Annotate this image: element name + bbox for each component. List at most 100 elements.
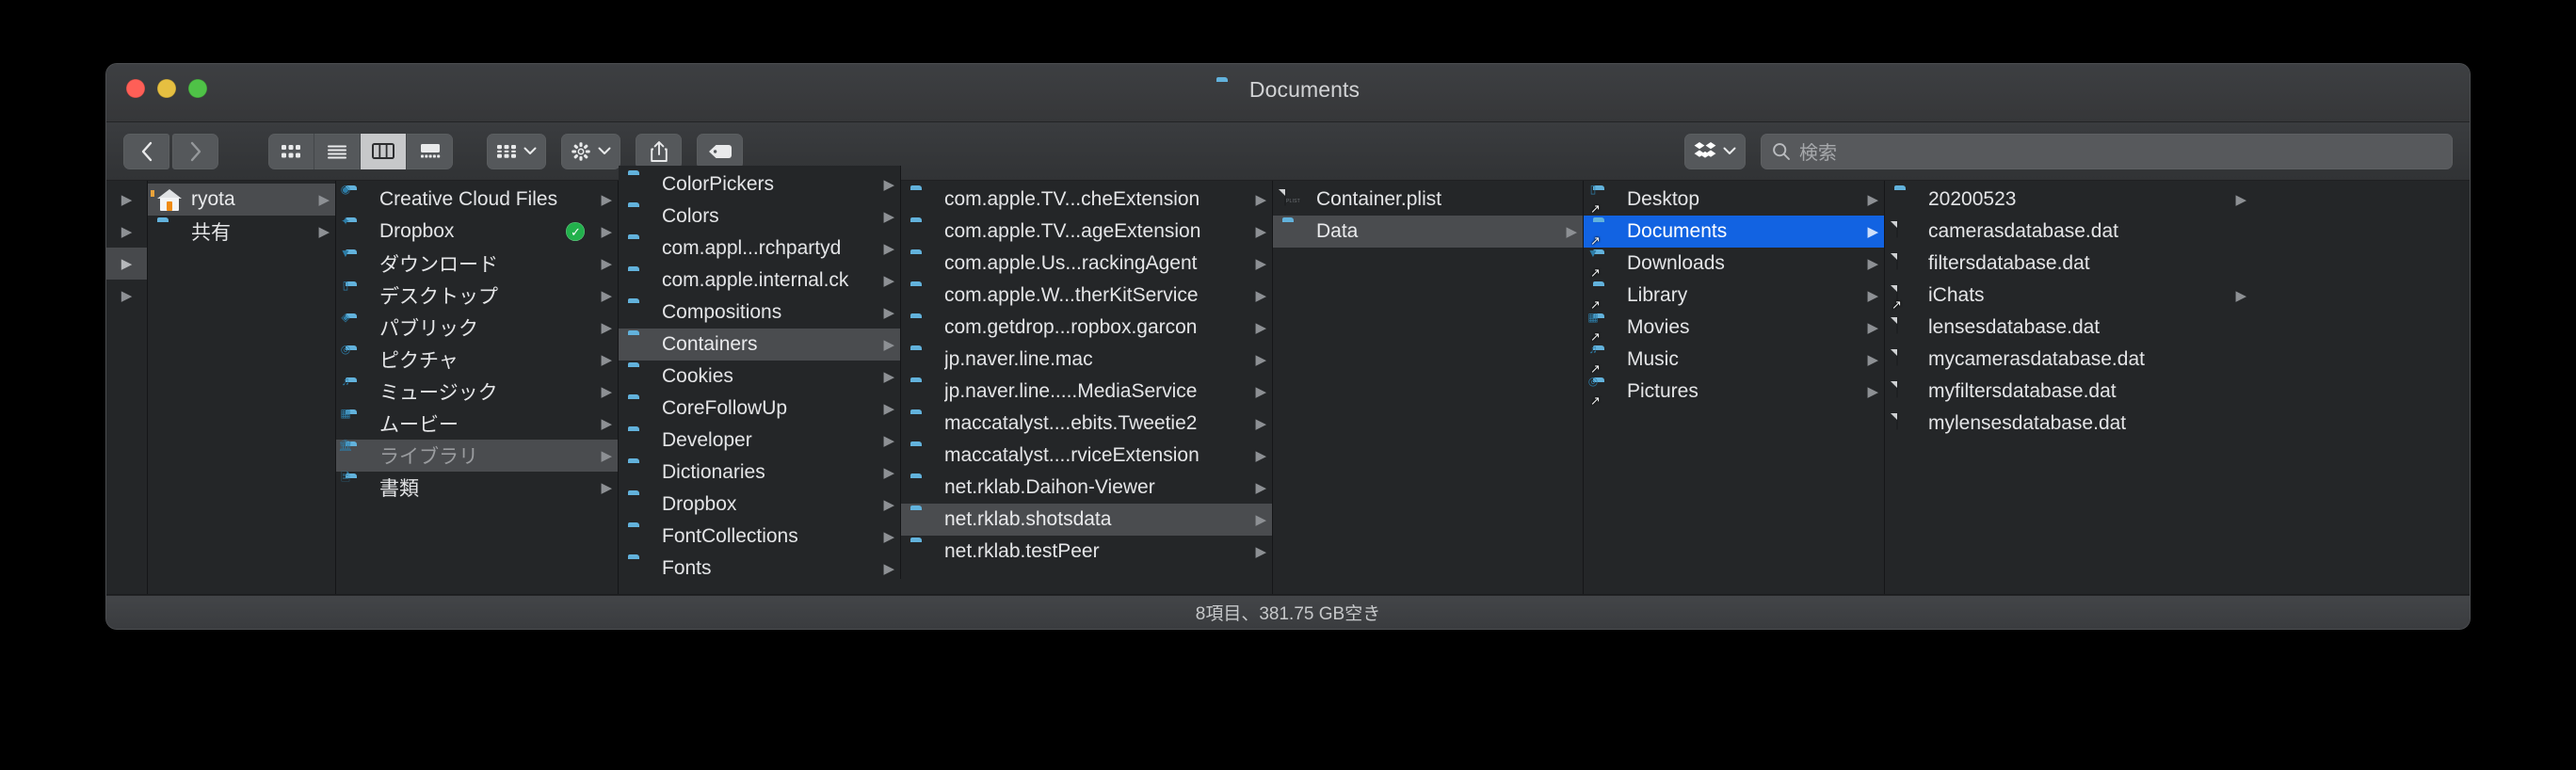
- disclosure-arrow-icon[interactable]: ▶: [1255, 321, 1266, 335]
- list-item[interactable]: ✦ Dropbox ✓ ▶: [336, 216, 618, 248]
- list-item[interactable]: ▯ Desktop ▶: [1584, 184, 1884, 216]
- list-item[interactable]: ▦ Movies ▶: [1584, 312, 1884, 344]
- list-item[interactable]: net.rklab.testPeer ▶: [901, 536, 1272, 568]
- maximize-button[interactable]: [188, 79, 207, 98]
- disclosure-arrow-icon[interactable]: ▶: [601, 193, 612, 207]
- disclosure-arrow-icon[interactable]: ▶: [1255, 481, 1266, 495]
- disclosure-arrow-icon[interactable]: ▶: [1255, 513, 1266, 527]
- disclosure-arrow-icon[interactable]: ▶: [601, 225, 612, 239]
- icon-view-button[interactable]: [268, 133, 314, 169]
- list-item[interactable]: ♫ Music ▶: [1584, 344, 1884, 376]
- list-item[interactable]: ♫ ミュージック ▶: [336, 376, 618, 408]
- disclosure-arrow-icon[interactable]: ▶: [883, 338, 894, 352]
- disclosure-arrow-icon[interactable]: ▶: [318, 225, 330, 239]
- list-item[interactable]: 共有 ▶: [148, 216, 335, 248]
- disclosure-arrow-icon[interactable]: ▶: [1255, 193, 1266, 207]
- disclosure-arrow-icon[interactable]: ▶: [883, 370, 894, 384]
- list-item[interactable]: ▦ ムービー ▶: [336, 408, 618, 440]
- disclosure-arrow-icon[interactable]: ▶: [601, 289, 612, 303]
- column-view-button[interactable]: [361, 133, 407, 169]
- list-item[interactable]: jp.naver.line.....MediaService ▶: [901, 376, 1272, 408]
- list-item[interactable]: com.apple.Us...rackingAgent ▶: [901, 248, 1272, 280]
- disclosure-arrow-icon[interactable]: ▶: [883, 402, 894, 416]
- list-item[interactable]: com.apple.W...therKitService ▶: [901, 280, 1272, 312]
- disclosure-arrow-icon[interactable]: ▶: [883, 274, 894, 288]
- list-item[interactable]: Dictionaries ▶: [619, 457, 900, 489]
- disclosure-arrow-icon[interactable]: ▶: [2235, 289, 2246, 303]
- list-item[interactable]: ryota ▶: [148, 184, 335, 216]
- disclosure-arrow-icon[interactable]: ▶: [883, 306, 894, 320]
- list-item[interactable]: com.apple.TV...cheExtension ▶: [901, 184, 1272, 216]
- list-item[interactable]: com.getdrop...ropbox.garcon ▶: [901, 312, 1272, 344]
- list-item[interactable]: Colors ▶: [619, 201, 900, 233]
- list-item[interactable]: ◎ ピクチャ ▶: [336, 344, 618, 376]
- list-item[interactable]: filtersdatabase.dat: [1885, 248, 2252, 280]
- column-5-shotsdata[interactable]: PLIST Container.plist Data ▶: [1273, 181, 1584, 594]
- list-item[interactable]: ◎ Pictures ▶: [1584, 376, 1884, 408]
- list-item[interactable]: ColorPickers ▶: [619, 168, 900, 201]
- list-item[interactable]: ◈ パブリック ▶: [336, 312, 618, 344]
- disclosure-arrow-icon[interactable]: ▶: [1255, 545, 1266, 559]
- list-item[interactable]: iChats ▶: [1885, 280, 2252, 312]
- list-item[interactable]: com.appl...rchpartyd ▶: [619, 233, 900, 265]
- column-1-users[interactable]: ryota ▶ 共有 ▶: [148, 181, 336, 594]
- column-2-home[interactable]: ◉ Creative Cloud Files ▶ ✦ Dropbox ✓ ▶ ▼…: [336, 181, 619, 594]
- tag-button[interactable]: [697, 133, 743, 169]
- disclosure-arrow-icon[interactable]: ▶: [1867, 289, 1878, 303]
- disclosure-arrow-icon[interactable]: ▶: [1255, 417, 1266, 431]
- disclosure-arrow-icon[interactable]: ▶: [883, 530, 894, 544]
- list-item[interactable]: mylensesdatabase.dat: [1885, 408, 2252, 440]
- list-item[interactable]: Containers ▶: [619, 329, 900, 361]
- disclosure-arrow-icon[interactable]: ▶: [601, 417, 612, 431]
- list-item[interactable]: lensesdatabase.dat: [1885, 312, 2252, 344]
- disclosure-arrow-icon[interactable]: ▶: [1255, 385, 1266, 399]
- list-item[interactable]: camerasdatabase.dat: [1885, 216, 2252, 248]
- disclosure-arrow-icon[interactable]: ▶: [601, 257, 612, 271]
- disclosure-arrow-icon[interactable]: ▶: [1255, 289, 1266, 303]
- disclosure-arrow-icon[interactable]: ▶: [883, 466, 894, 480]
- disclosure-arrow-icon[interactable]: ▶: [1867, 385, 1878, 399]
- forward-button[interactable]: [172, 133, 218, 169]
- list-item[interactable]: com.apple.TV...ageExtension ▶: [901, 216, 1272, 248]
- list-item[interactable]: Data ▶: [1273, 216, 1583, 248]
- disclosure-arrow-icon[interactable]: ▶: [601, 321, 612, 335]
- list-item[interactable]: myfiltersdatabase.dat: [1885, 376, 2252, 408]
- list-item[interactable]: jp.naver.line.mac ▶: [901, 344, 1272, 376]
- list-item[interactable]: Fonts ▶: [619, 553, 900, 579]
- disclosure-arrow-icon[interactable]: ▶: [1867, 193, 1878, 207]
- list-item[interactable]: 🗎 書類 ▶: [336, 472, 618, 504]
- list-item[interactable]: 20200523 ▶: [1885, 184, 2252, 216]
- disclosure-arrow-icon[interactable]: ▶: [1867, 257, 1878, 271]
- list-item[interactable]: Documents ▶: [1584, 216, 1884, 248]
- list-item[interactable]: ◉ Creative Cloud Files ▶: [336, 184, 618, 216]
- disclosure-arrow-icon[interactable]: ▶: [883, 498, 894, 512]
- list-item[interactable]: net.rklab.shotsdata ▶: [901, 504, 1272, 536]
- list-item[interactable]: mycamerasdatabase.dat: [1885, 344, 2252, 376]
- disclosure-arrow-icon[interactable]: ▶: [1867, 321, 1878, 335]
- disclosure-arrow-icon[interactable]: ▶: [883, 562, 894, 576]
- list-item[interactable]: ▼ ダウンロード ▶: [336, 248, 618, 280]
- gallery-view-button[interactable]: [407, 134, 453, 169]
- column-4-containers[interactable]: com.apple.TV...cheExtension ▶ com.apple.…: [901, 181, 1273, 594]
- disclosure-arrow-icon[interactable]: ▶: [601, 481, 612, 495]
- list-item[interactable]: Library ▶: [1584, 280, 1884, 312]
- column-7-documents[interactable]: 20200523 ▶ camerasdatabase.dat filtersda…: [1885, 181, 2252, 594]
- list-item[interactable]: Compositions ▶: [619, 297, 900, 329]
- list-item[interactable]: Cookies ▶: [619, 361, 900, 393]
- list-item[interactable]: net.rklab.Daihon-Viewer ▶: [901, 472, 1272, 504]
- dropbox-button[interactable]: [1684, 133, 1746, 169]
- stub-row[interactable]: ▶: [106, 184, 147, 216]
- share-button[interactable]: [636, 133, 682, 169]
- list-view-button[interactable]: [314, 133, 361, 169]
- disclosure-arrow-icon[interactable]: ▶: [1255, 449, 1266, 463]
- list-item[interactable]: com.apple.internal.ck ▶: [619, 265, 900, 297]
- disclosure-arrow-icon[interactable]: ▶: [1255, 353, 1266, 367]
- close-button[interactable]: [126, 79, 145, 98]
- stub-row[interactable]: ▶: [106, 248, 147, 280]
- minimize-button[interactable]: [157, 79, 176, 98]
- disclosure-arrow-icon[interactable]: ▶: [1867, 353, 1878, 367]
- disclosure-arrow-icon[interactable]: ▶: [883, 210, 894, 224]
- disclosure-arrow-icon[interactable]: ▶: [318, 193, 330, 207]
- disclosure-arrow-icon[interactable]: ▶: [1255, 225, 1266, 239]
- disclosure-arrow-icon[interactable]: ▶: [601, 353, 612, 367]
